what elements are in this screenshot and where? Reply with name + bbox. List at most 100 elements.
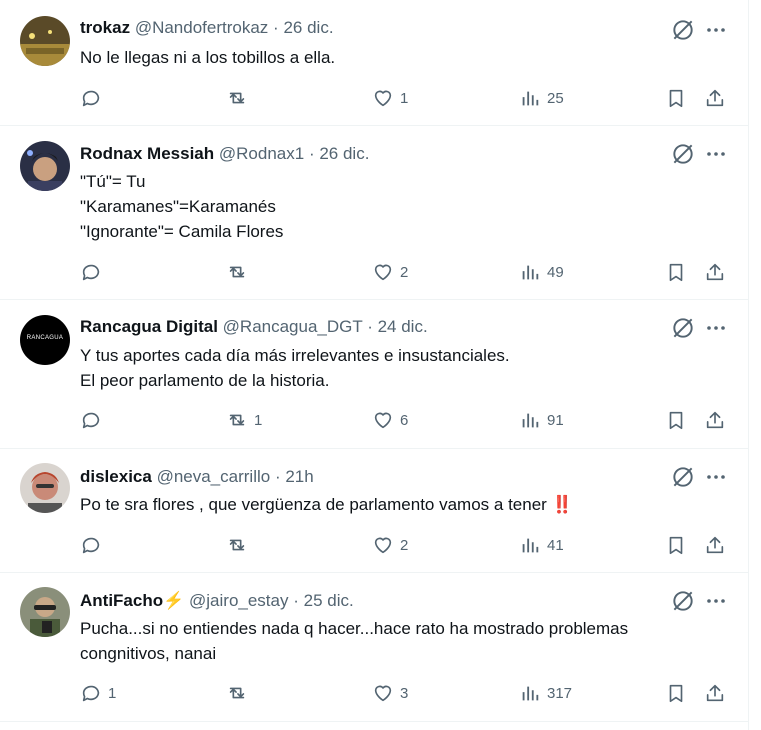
views-button[interactable]: 25 [519,85,564,111]
bookmark-icon [669,684,683,703]
like-icon [374,685,392,702]
tweet-date[interactable]: 24 dic. [378,317,428,336]
tweet-header: dislexica @neva_carrillo · 21h [80,466,314,488]
retweet-icon [229,266,245,278]
avatar[interactable]: RANCAGUA [20,315,70,365]
bookmark-button[interactable] [665,532,687,558]
like-button[interactable]: 6 [372,407,408,433]
tweet-actions: 2 49 [80,259,730,285]
share-icon [706,536,724,554]
share-button[interactable] [704,259,726,285]
grok-icon[interactable] [670,141,696,167]
tweet-text-line: "Karamanes"=Karamanés [80,197,276,216]
author-name[interactable]: trokaz [80,18,130,37]
like-button[interactable]: 2 [372,259,408,285]
tweet-text-line: Y tus aportes cada día más irrelevantes … [80,346,510,365]
avatar[interactable] [20,587,70,637]
tweet-text: Pucha...si no entiendes nada q hacer...h… [80,616,720,666]
view-count: 41 [547,536,564,554]
share-button[interactable] [704,407,726,433]
avatar[interactable] [20,16,70,66]
author-name[interactable]: Rancagua Digital [80,317,218,336]
more-icon[interactable] [704,316,728,340]
tweet-header: Rancagua Digital @Rancagua_DGT · 24 dic. [80,316,428,338]
like-count: 2 [400,263,409,281]
avatar[interactable] [20,463,70,513]
bookmark-button[interactable] [665,680,687,706]
author-name[interactable]: dislexica [80,467,152,486]
reply-feed: trokaz @Nandofertrokaz · 26 dic. No le l… [0,0,749,730]
avatar-logo-text: RANCAGUA [26,335,64,341]
share-icon [706,89,724,107]
share-button[interactable] [704,680,726,706]
reply-button[interactable] [80,532,108,558]
views-button[interactable]: 91 [519,407,564,433]
grok-icon[interactable] [670,17,696,43]
tweet-text-line: No le llegas ni a los tobillos a ella. [80,48,336,67]
like-count: 3 [400,684,409,702]
tweet[interactable]: AntiFacho⚡ @jairo_estay · 25 dic. Pucha.… [0,573,748,722]
views-button[interactable]: 49 [519,259,564,285]
bookmark-button[interactable] [665,259,687,285]
author-handle[interactable]: @Nandofertrokaz [135,18,269,37]
tweet-date[interactable]: 25 dic. [304,591,354,610]
tweet-date[interactable]: 26 dic. [319,144,369,163]
reply-icon [82,90,100,107]
retweet-button[interactable] [226,532,254,558]
views-button[interactable]: 317 [519,680,572,706]
more-icon[interactable] [704,18,728,42]
like-count: 1 [400,89,409,107]
author-name[interactable]: Rodnax Messiah [80,144,214,163]
tweet-date[interactable]: 26 dic. [283,18,333,37]
tweet-header: Rodnax Messiah @Rodnax1 · 26 dic. [80,143,369,165]
grok-icon[interactable] [670,464,696,490]
reply-count: 1 [108,684,117,702]
bookmark-button[interactable] [665,85,687,111]
like-count: 2 [400,536,409,554]
bookmark-icon [669,411,683,430]
retweet-button[interactable] [226,85,254,111]
views-button[interactable]: 41 [519,532,564,558]
author-handle[interactable]: @Rodnax1 [219,144,304,163]
grok-icon[interactable] [670,588,696,614]
avatar[interactable] [20,141,70,191]
views-icon [522,686,539,701]
tweet[interactable]: RANCAGUA Rancagua Digital @Rancagua_DGT … [0,300,748,449]
more-icon[interactable] [704,465,728,489]
retweet-button[interactable]: 1 [226,407,262,433]
bookmark-button[interactable] [665,407,687,433]
author-handle[interactable]: @jairo_estay [189,591,288,610]
reply-button[interactable] [80,85,108,111]
tweet[interactable]: Rodnax Messiah @Rodnax1 · 26 dic. "Tú"= … [0,126,748,300]
like-button[interactable]: 1 [372,85,408,111]
retweet-icon [229,414,245,426]
views-icon [522,538,539,553]
tweet[interactable]: dislexica @neva_carrillo · 21h Po te sra… [0,449,748,573]
share-button[interactable] [704,532,726,558]
view-count: 49 [547,263,564,281]
tweet[interactable]: trokaz @Nandofertrokaz · 26 dic. No le l… [0,0,748,126]
more-icon[interactable] [704,142,728,166]
reply-button[interactable] [80,407,108,433]
retweet-icon [229,539,245,551]
tweet-date[interactable]: 21h [285,467,313,486]
tweet-header: trokaz @Nandofertrokaz · 26 dic. [80,17,334,39]
author-handle[interactable]: @Rancagua_DGT [223,317,363,336]
bookmark-icon [669,263,683,282]
lightning-emoji: ⚡ [163,591,185,610]
views-icon [522,413,539,428]
author-name[interactable]: AntiFacho [80,591,163,610]
tweet-text: No le llegas ni a los tobillos a ella. [80,45,720,70]
share-button[interactable] [704,85,726,111]
views-icon [522,91,539,106]
grok-icon[interactable] [670,315,696,341]
like-button[interactable]: 3 [372,680,408,706]
reply-button[interactable]: 1 [80,680,116,706]
reply-button[interactable] [80,259,108,285]
tweet-text-content: Po te sra flores , que vergüenza de parl… [80,495,547,514]
retweet-button[interactable] [226,259,254,285]
author-handle[interactable]: @neva_carrillo [157,467,271,486]
more-icon[interactable] [704,589,728,613]
like-button[interactable]: 2 [372,532,408,558]
retweet-button[interactable] [226,680,254,706]
